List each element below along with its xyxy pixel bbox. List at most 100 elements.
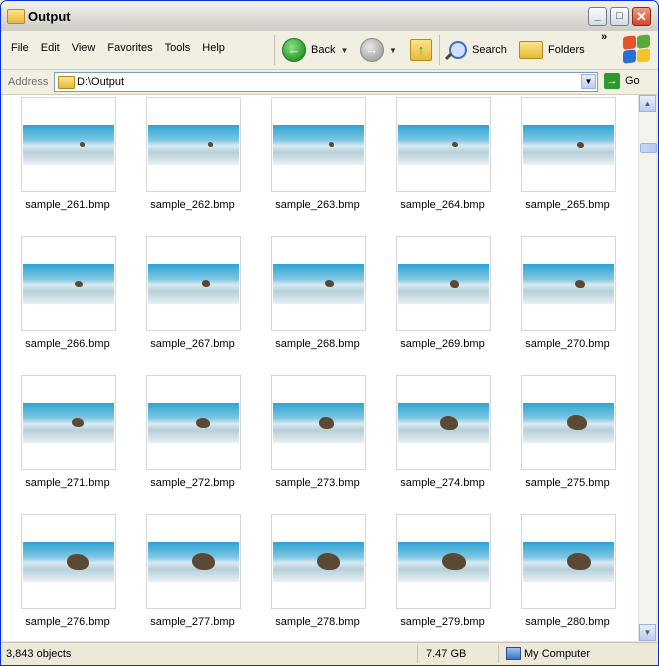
menu-favorites[interactable]: Favorites (101, 42, 158, 54)
address-input[interactable]: D:\Output ▼ (54, 72, 598, 92)
forward-arrow-icon: → (360, 38, 384, 62)
file-item[interactable]: sample_278.bmp (253, 514, 378, 639)
maximize-button[interactable]: □ (610, 7, 629, 26)
file-name: sample_268.bmp (275, 338, 360, 350)
title-bar[interactable]: Output _ □ ✕ (1, 1, 658, 32)
file-item[interactable]: sample_277.bmp (128, 514, 253, 639)
file-name: sample_280.bmp (525, 616, 610, 628)
file-item[interactable]: sample_279.bmp (378, 514, 503, 639)
file-item[interactable]: sample_270.bmp (503, 236, 628, 361)
menu-view[interactable]: View (66, 42, 102, 54)
explorer-window: Output _ □ ✕ File Edit View Favorites To… (0, 0, 659, 666)
file-item[interactable]: sample_265.bmp (503, 97, 628, 222)
file-name: sample_274.bmp (400, 477, 485, 489)
file-thumbnail (396, 97, 491, 192)
maximize-icon: □ (616, 10, 623, 22)
file-thumbnail (396, 514, 491, 609)
squirrel-figure (72, 418, 84, 427)
thumbnail-image (148, 125, 239, 165)
file-name: sample_262.bmp (150, 199, 235, 211)
thumbnail-image (523, 125, 614, 165)
thumbnail-image (23, 125, 114, 165)
address-dropdown-icon[interactable]: ▼ (581, 74, 596, 89)
file-name: sample_264.bmp (400, 199, 485, 211)
squirrel-figure (192, 553, 215, 570)
minimize-button[interactable]: _ (588, 7, 607, 26)
forward-dropdown-icon[interactable]: ▼ (389, 46, 397, 55)
menu-edit[interactable]: Edit (35, 42, 66, 54)
window-title: Output (28, 9, 71, 24)
file-name: sample_275.bmp (525, 477, 610, 489)
scrollbar-thumb[interactable] (640, 143, 657, 153)
squirrel-figure (317, 553, 340, 570)
squirrel-figure (75, 281, 83, 287)
file-item[interactable]: sample_263.bmp (253, 97, 378, 222)
folders-button[interactable]: Folders (519, 36, 585, 64)
file-item[interactable]: sample_267.bmp (128, 236, 253, 361)
back-dropdown-icon[interactable]: ▼ (340, 46, 348, 55)
thumbnail-image (148, 542, 239, 582)
file-name: sample_263.bmp (275, 199, 360, 211)
thumbnail-image (523, 403, 614, 443)
thumbnail-image (273, 403, 364, 443)
file-item[interactable]: sample_272.bmp (128, 375, 253, 500)
file-item[interactable]: sample_264.bmp (378, 97, 503, 222)
folders-label: Folders (548, 44, 585, 56)
computer-icon (506, 647, 521, 660)
squirrel-figure (440, 416, 458, 430)
file-thumbnail (521, 514, 616, 609)
file-list-view[interactable]: sample_261.bmp sample_262.bmp sample_263.b… (3, 95, 638, 641)
file-item[interactable]: sample_266.bmp (3, 236, 128, 361)
menu-help[interactable]: Help (196, 42, 231, 54)
menu-tools[interactable]: Tools (159, 42, 197, 54)
file-name: sample_270.bmp (525, 338, 610, 350)
forward-button[interactable]: → ▼ (360, 36, 397, 64)
squirrel-figure (450, 280, 459, 288)
thumbnail-image (273, 264, 364, 304)
file-thumbnail (521, 375, 616, 470)
squirrel-figure (567, 415, 587, 430)
file-item[interactable]: sample_274.bmp (378, 375, 503, 500)
file-item[interactable]: sample_280.bmp (503, 514, 628, 639)
file-thumbnail (271, 97, 366, 192)
close-icon: ✕ (636, 9, 647, 24)
thumbnail-image (398, 264, 489, 304)
status-location: My Computer (524, 648, 591, 660)
file-item[interactable]: sample_268.bmp (253, 236, 378, 361)
thumbnail-image (398, 125, 489, 165)
file-item[interactable]: sample_271.bmp (3, 375, 128, 500)
file-name: sample_265.bmp (525, 199, 610, 211)
scroll-up-icon[interactable]: ▲ (639, 95, 656, 112)
status-bar: 3,843 objects 7.47 GB My Computer (1, 642, 658, 665)
file-name: sample_271.bmp (25, 477, 110, 489)
file-item[interactable]: sample_276.bmp (3, 514, 128, 639)
file-item[interactable]: sample_262.bmp (128, 97, 253, 222)
folder-icon (7, 9, 25, 24)
file-name: sample_269.bmp (400, 338, 485, 350)
close-button[interactable]: ✕ (632, 7, 651, 26)
file-thumbnail (21, 236, 116, 331)
up-button[interactable]: ↑ (410, 36, 432, 64)
file-thumbnail (21, 97, 116, 192)
go-button[interactable]: → Go (604, 73, 640, 89)
folder-up-icon: ↑ (410, 39, 432, 61)
file-item[interactable]: sample_275.bmp (503, 375, 628, 500)
file-item[interactable]: sample_269.bmp (378, 236, 503, 361)
file-item[interactable]: sample_261.bmp (3, 97, 128, 222)
windows-logo-icon (621, 34, 651, 64)
file-thumbnail (271, 236, 366, 331)
search-button[interactable]: Search (449, 36, 507, 64)
thumbnail-image (523, 542, 614, 582)
thumbnail-image (398, 542, 489, 582)
file-item[interactable]: sample_273.bmp (253, 375, 378, 500)
toolbar-overflow-chevron-icon[interactable]: » (601, 31, 607, 43)
file-name: sample_277.bmp (150, 616, 235, 628)
back-button[interactable]: ← Back ▼ (282, 36, 348, 64)
file-thumbnail (521, 97, 616, 192)
vertical-scrollbar[interactable]: ▲ ▼ (638, 95, 657, 641)
go-arrow-icon: → (604, 73, 620, 89)
menu-file[interactable]: File (5, 42, 35, 54)
scroll-down-icon[interactable]: ▼ (639, 624, 656, 641)
folders-icon (519, 41, 543, 59)
address-path: D:\Output (77, 76, 125, 88)
